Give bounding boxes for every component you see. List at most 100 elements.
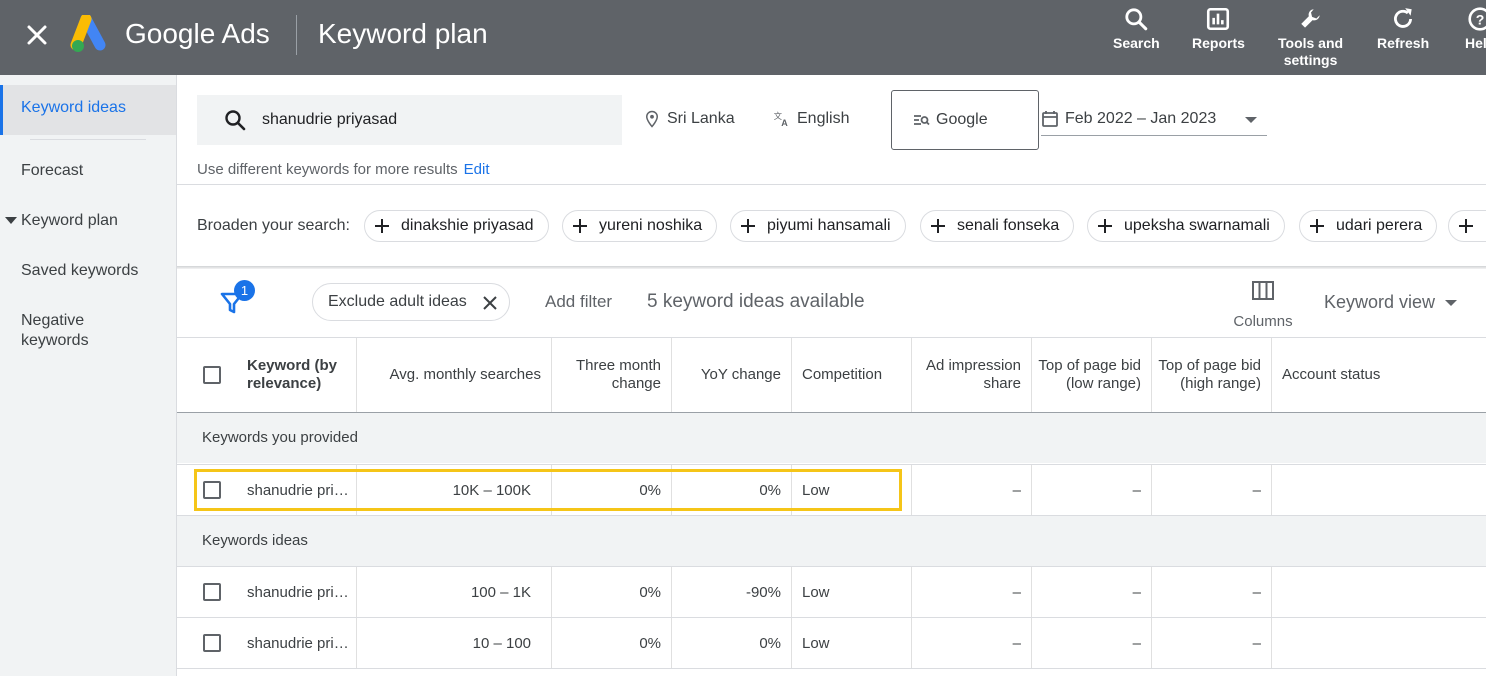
refresh-button[interactable]: Refresh (1377, 6, 1429, 52)
broaden-chip[interactable]: dinakshie priyasad (364, 210, 549, 242)
chip-label: piyumi hansamali (767, 217, 891, 234)
broaden-chip[interactable]: senali fonseka (920, 210, 1075, 242)
bid-high-cell: – (1152, 465, 1272, 515)
broaden-chip[interactable]: upeksha swarnamali (1087, 210, 1285, 242)
keyword-cell[interactable]: shanudrie pri… (237, 567, 357, 617)
broaden-chip-partial[interactable] (1448, 210, 1486, 242)
search-icon (225, 110, 246, 131)
col-header-impression-share[interactable]: Ad impression share (912, 338, 1032, 412)
section-header-provided: Keywords you provided (177, 413, 1486, 463)
col-header-yoy[interactable]: YoY change (672, 338, 792, 412)
brand-name: Google Ads (125, 18, 270, 49)
col-header-keyword[interactable]: Keyword (by relevance) (237, 338, 357, 412)
filter-count-badge: 1 (234, 280, 255, 301)
search-button[interactable]: Search (1113, 6, 1160, 52)
add-filter-button[interactable]: Add filter (545, 292, 612, 312)
location-pin-icon (645, 110, 659, 128)
keyword-view-dropdown[interactable]: Keyword view (1324, 292, 1458, 313)
col-header-competition[interactable]: Competition (792, 338, 912, 412)
columns-button[interactable]: Columns (1228, 280, 1298, 330)
network-selector[interactable]: Google (891, 90, 1039, 150)
bid-high-cell: – (1152, 567, 1272, 617)
keyword-cell[interactable]: shanudrie pri… (237, 465, 357, 515)
plus-icon (375, 219, 389, 233)
plus-icon (931, 219, 945, 233)
sidebar-item-saved-keywords[interactable]: Saved keywords (21, 261, 138, 281)
broaden-chip[interactable]: piyumi hansamali (730, 210, 906, 242)
refresh-icon (1394, 8, 1413, 28)
wrench-icon (1300, 9, 1320, 28)
select-all-checkbox[interactable] (203, 366, 221, 384)
bid-low-cell: – (1032, 567, 1152, 617)
sidebar-item-forecast[interactable]: Forecast (21, 161, 83, 181)
network-label: Google (936, 111, 988, 128)
sidebar-item-negative-keywords[interactable]: Negative keywords (21, 311, 89, 351)
search-button-label: Search (1113, 35, 1160, 51)
refresh-button-label: Refresh (1377, 35, 1430, 51)
chip-label: udari perera (1336, 217, 1423, 234)
sidebar-item-keyword-ideas[interactable]: Keyword ideas (0, 85, 176, 135)
broaden-chip[interactable]: udari perera (1299, 210, 1438, 242)
keyword-search-input[interactable]: shanudrie priyasad (197, 95, 622, 145)
chip-label: senali fonseka (957, 217, 1060, 234)
competition-cell: Low (792, 618, 912, 668)
row-border (177, 668, 1486, 669)
close-icon[interactable] (22, 20, 52, 50)
search-icon (1125, 8, 1148, 31)
competition-cell: Low (792, 567, 912, 617)
search-query: shanudrie priyasad (262, 111, 398, 128)
exclude-adult-filter-chip[interactable]: Exclude adult ideas (312, 283, 510, 321)
columns-icon (1252, 281, 1274, 300)
help-button[interactable]: ? Help (1465, 6, 1486, 52)
translate-icon: 文A (774, 111, 789, 128)
competition-cell: Low (792, 465, 912, 515)
calendar-icon (1042, 111, 1058, 127)
row-checkbox[interactable] (203, 481, 221, 499)
hint-text: Use different keywords for more results (197, 161, 458, 178)
columns-label: Columns (1233, 313, 1293, 330)
date-range-label: Feb 2022 – Jan 2023 (1065, 110, 1217, 127)
chevron-down-icon (1245, 117, 1257, 123)
broaden-label: Broaden your search: (197, 217, 350, 234)
close-icon[interactable] (481, 294, 499, 312)
caret-down-icon[interactable] (5, 217, 17, 224)
keyword-count: 5 keyword ideas available (647, 291, 865, 312)
tools-settings-button[interactable]: Tools and settings (1278, 6, 1343, 69)
language-selector[interactable]: 文A English (773, 110, 850, 128)
section-shadow (177, 266, 1486, 269)
chip-label: upeksha swarnamali (1124, 217, 1270, 234)
impression-share-cell: – (912, 567, 1032, 617)
edit-link[interactable]: Edit (464, 161, 490, 178)
broaden-chip[interactable]: yureni noshika (562, 210, 718, 242)
search-network-icon (914, 115, 930, 126)
impression-share-cell: – (912, 618, 1032, 668)
col-header-three-month[interactable]: Three month change (552, 338, 672, 412)
date-range-selector[interactable]: Feb 2022 – Jan 2023 (1041, 100, 1267, 136)
top-app-bar: Google Ads Keyword plan Search Reports T… (0, 0, 1486, 75)
reports-icon (1207, 7, 1230, 31)
reports-button[interactable]: Reports (1192, 6, 1245, 52)
col-header-account-status[interactable]: Account status (1272, 338, 1486, 412)
three-month-cell: 0% (552, 618, 672, 668)
topbar-divider (296, 15, 297, 55)
bid-low-cell: – (1032, 618, 1152, 668)
col-header-avg-searches[interactable]: Avg. monthly searches (357, 338, 552, 412)
plus-icon (1098, 219, 1112, 233)
row-checkbox[interactable] (203, 634, 221, 652)
col-header-bid-high[interactable]: Top of page bid (high range) (1152, 338, 1272, 412)
col-header-bid-low[interactable]: Top of page bid (low range) (1032, 338, 1152, 412)
page-title: Keyword plan (318, 18, 488, 49)
row-checkbox[interactable] (203, 583, 221, 601)
bid-low-cell: – (1032, 465, 1152, 515)
sidebar-item-label: Keyword ideas (21, 99, 126, 116)
location-selector[interactable]: Sri Lanka (643, 110, 735, 128)
yoy-cell: 0% (672, 618, 792, 668)
avg-searches-cell: 10K – 100K (357, 465, 552, 515)
keyword-hint: Use different keywords for more results E… (197, 161, 490, 178)
help-button-label: Help (1465, 35, 1486, 51)
sidebar-item-keyword-plan[interactable]: Keyword plan (21, 211, 118, 231)
plus-icon (741, 219, 755, 233)
plus-icon (1459, 219, 1473, 233)
keyword-cell[interactable]: shanudrie pri… (237, 618, 357, 668)
language-label: English (797, 110, 850, 127)
